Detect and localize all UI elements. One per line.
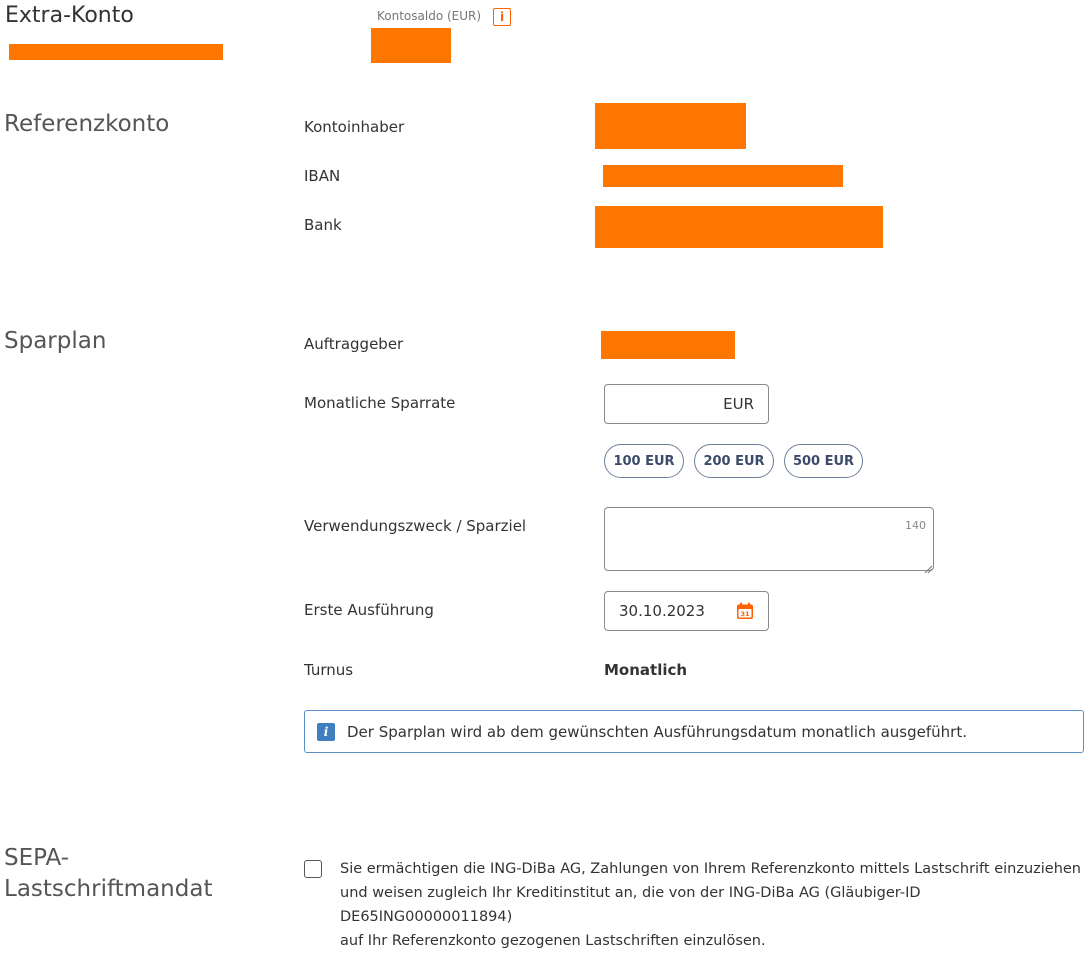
currency-suffix: EUR (723, 395, 754, 413)
account-number-redaction (9, 44, 223, 60)
client-label: Auftraggeber (304, 335, 404, 353)
sepa-mandate-checkbox[interactable] (304, 860, 322, 878)
calendar-icon[interactable]: 31 (736, 602, 754, 620)
bank-label: Bank (304, 216, 342, 234)
info-banner: i Der Sparplan wird ab dem gewünschten A… (304, 710, 1084, 753)
sepa-title: SEPA- Lastschriftmandat (4, 843, 212, 905)
quick-amount-100-button[interactable]: 100 EUR (604, 444, 684, 478)
quick-amount-200-button[interactable]: 200 EUR (694, 444, 774, 478)
info-banner-text: Der Sparplan wird ab dem gewünschten Aus… (347, 722, 967, 741)
svg-text:31: 31 (740, 610, 750, 618)
client-redaction (601, 331, 735, 359)
savings-plan-title: Sparplan (4, 328, 107, 354)
balance-redaction (371, 28, 451, 63)
balance-label: Kontosaldo (EUR) (377, 9, 482, 23)
sepa-mandate-text: Sie ermächtigen die ING-DiBa AG, Zahlung… (340, 857, 1085, 953)
mandate-line-2: und weisen zugleich Ihr Kreditinstitut a… (340, 885, 921, 925)
monthly-rate-input[interactable]: EUR (604, 384, 769, 424)
account-holder-redaction (595, 103, 746, 149)
reference-account-title: Referenzkonto (4, 111, 170, 137)
sepa-title-line2: Lastschriftmandat (4, 876, 213, 903)
interval-label: Turnus (304, 661, 354, 679)
account-title: Extra-Konto (5, 3, 134, 28)
iban-label: IBAN (304, 167, 341, 185)
purpose-label: Verwendungszweck / Sparziel (304, 517, 527, 535)
first-execution-date-input[interactable]: 30.10.2023 31 (604, 591, 769, 631)
info-icon: i (317, 722, 335, 741)
date-value: 30.10.2023 (619, 602, 705, 620)
quick-amount-500-button[interactable]: 500 EUR (784, 444, 863, 478)
account-holder-label: Kontoinhaber (304, 118, 405, 136)
resize-handle[interactable] (923, 560, 933, 574)
bank-redaction (595, 206, 883, 248)
purpose-textarea[interactable]: 140 (604, 507, 934, 574)
character-counter: 140 (905, 519, 926, 532)
mandate-line-1: Sie ermächtigen die ING-DiBa AG, Zahlung… (340, 861, 1082, 877)
interval-value: Monatlich (604, 661, 688, 679)
info-icon[interactable]: i (493, 8, 511, 26)
first-execution-label: Erste Ausführung (304, 601, 434, 619)
sepa-title-line1: SEPA- (4, 845, 70, 871)
monthly-rate-label: Monatliche Sparrate (304, 394, 456, 412)
iban-redaction (603, 165, 843, 187)
